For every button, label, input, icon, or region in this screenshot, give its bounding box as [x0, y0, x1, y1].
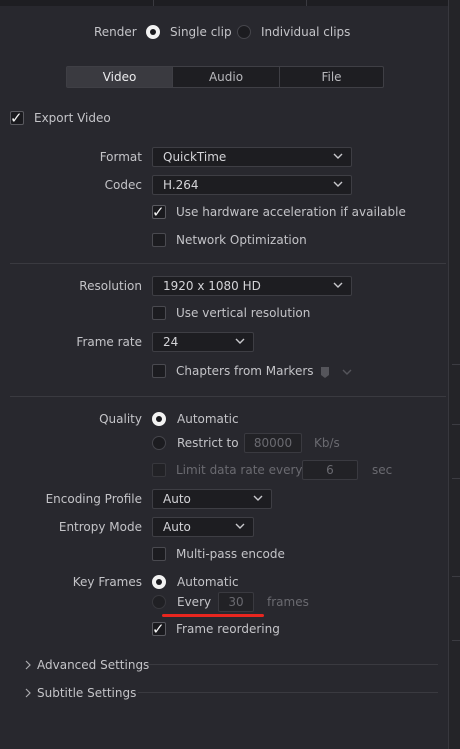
divider — [146, 664, 438, 665]
red-underline-annotation — [162, 614, 264, 617]
key-frames-unit-label: frames — [267, 595, 309, 609]
settings-tabs: Video Audio File — [66, 66, 384, 88]
entropy-mode-value: Auto — [163, 520, 191, 534]
render-single-clip-radio[interactable] — [146, 25, 160, 39]
limit-seconds-input[interactable]: 6 — [302, 460, 358, 480]
key-frames-every-input[interactable]: 30 — [218, 592, 254, 612]
subtitle-settings-header[interactable]: Subtitle Settings — [37, 686, 136, 700]
export-video-checkbox[interactable]: ✓ — [10, 109, 24, 127]
encoding-profile-dropdown[interactable]: Auto — [152, 489, 272, 509]
quality-restrict-label[interactable]: Restrict to — [177, 436, 239, 450]
quality-automatic-label[interactable]: Automatic — [177, 412, 239, 426]
tab-audio[interactable]: Audio — [173, 67, 279, 87]
key-frames-automatic-label[interactable]: Automatic — [177, 575, 239, 589]
chevron-right-icon[interactable] — [23, 659, 33, 671]
multipass-checkbox[interactable] — [152, 547, 166, 561]
codec-dropdown[interactable]: H.264 — [152, 175, 352, 195]
encoding-profile-label: Encoding Profile — [45, 492, 142, 506]
frame-rate-label: Frame rate — [76, 335, 142, 349]
frame-rate-value: 24 — [163, 335, 179, 349]
limit-data-rate-checkbox[interactable] — [152, 463, 166, 477]
codec-value: H.264 — [163, 178, 199, 192]
multipass-label: Multi-pass encode — [176, 547, 285, 561]
divider — [10, 263, 446, 264]
network-optimization-label: Network Optimization — [176, 233, 307, 247]
chapters-label: Chapters from Markers — [176, 364, 314, 378]
chevron-down-icon — [333, 153, 343, 159]
render-single-clip-label[interactable]: Single clip — [170, 25, 232, 39]
vertical-resolution-label: Use vertical resolution — [176, 306, 311, 320]
entropy-mode-dropdown[interactable]: Auto — [152, 517, 254, 537]
resolution-label: Resolution — [79, 279, 142, 293]
key-frames-every-radio[interactable] — [152, 595, 166, 609]
top-strip — [0, 0, 460, 6]
quality-automatic-radio[interactable] — [152, 412, 166, 426]
resolution-value: 1920 x 1080 HD — [163, 279, 261, 293]
entropy-mode-label: Entropy Mode — [58, 520, 142, 534]
right-edge-panel — [448, 0, 460, 749]
render-individual-clips-radio[interactable] — [237, 25, 251, 39]
marker-icon[interactable] — [319, 366, 331, 379]
frame-reordering-checkbox[interactable]: ✓ — [152, 620, 166, 638]
frame-reordering-label: Frame reordering — [176, 622, 280, 636]
chevron-down-icon — [235, 338, 245, 344]
restrict-unit-label: Kb/s — [314, 436, 340, 450]
chapters-checkbox[interactable] — [152, 364, 166, 378]
chevron-right-icon[interactable] — [23, 687, 33, 699]
render-individual-clips-label[interactable]: Individual clips — [261, 25, 350, 39]
key-frames-every-label[interactable]: Every — [177, 595, 211, 609]
divider — [138, 692, 438, 693]
export-video-label: Export Video — [34, 111, 111, 125]
quality-label: Quality — [99, 412, 142, 426]
format-dropdown[interactable]: QuickTime — [152, 147, 352, 167]
key-frames-automatic-radio[interactable] — [152, 575, 166, 589]
hw-accel-label: Use hardware acceleration if available — [176, 205, 406, 219]
frame-rate-dropdown[interactable]: 24 — [152, 332, 254, 352]
format-label: Format — [99, 150, 142, 164]
render-label: Render — [94, 25, 137, 39]
chevron-down-icon[interactable] — [341, 366, 353, 378]
vertical-resolution-checkbox[interactable] — [152, 306, 166, 320]
quality-restrict-radio[interactable] — [152, 436, 166, 450]
chevron-down-icon — [235, 523, 245, 529]
limit-data-rate-label: Limit data rate every — [176, 463, 303, 477]
format-value: QuickTime — [163, 150, 227, 164]
restrict-bitrate-input[interactable]: 80000 — [244, 433, 302, 453]
checkmark-icon: ✓ — [152, 203, 165, 221]
codec-label: Codec — [104, 178, 142, 192]
hw-accel-checkbox[interactable]: ✓ — [152, 203, 166, 221]
key-frames-label: Key Frames — [72, 575, 142, 589]
checkmark-icon: ✓ — [152, 620, 165, 638]
checkmark-icon: ✓ — [10, 109, 23, 127]
encoding-profile-value: Auto — [163, 492, 191, 506]
chevron-down-icon — [333, 181, 343, 187]
network-optimization-checkbox[interactable] — [152, 233, 166, 247]
resolution-dropdown[interactable]: 1920 x 1080 HD — [152, 276, 352, 296]
tab-video[interactable]: Video — [67, 67, 172, 87]
chevron-down-icon — [333, 282, 343, 288]
chevron-down-icon — [253, 495, 263, 501]
tab-file[interactable]: File — [280, 67, 383, 87]
divider — [10, 396, 446, 397]
advanced-settings-header[interactable]: Advanced Settings — [37, 658, 149, 672]
limit-unit-label: sec — [372, 463, 393, 477]
